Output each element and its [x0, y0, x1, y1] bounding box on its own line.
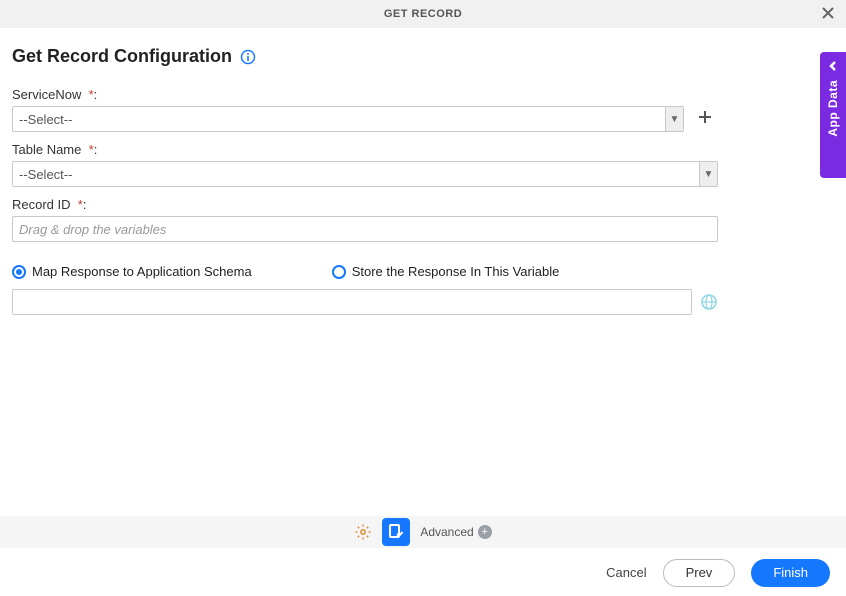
app-data-label: App Data	[826, 80, 840, 137]
servicenow-select-value: --Select--	[13, 107, 665, 131]
map-response-label: Map Response to Application Schema	[32, 264, 252, 279]
finish-button[interactable]: Finish	[751, 559, 830, 587]
app-data-side-tab[interactable]: App Data	[820, 52, 846, 178]
required-asterisk: *	[74, 197, 83, 212]
form-check-icon	[388, 523, 404, 542]
dialog-header: GET RECORD	[0, 0, 846, 28]
gear-icon[interactable]	[354, 523, 372, 541]
middle-toolbar: Advanced +	[0, 516, 846, 548]
store-response-label: Store the Response In This Variable	[352, 264, 560, 279]
recordid-input[interactable]: Drag & drop the variables	[12, 216, 718, 242]
cancel-button[interactable]: Cancel	[606, 565, 646, 580]
dialog-container: GET RECORD Get Record Configuration Serv…	[0, 0, 846, 596]
close-icon	[821, 6, 835, 23]
advanced-toggle[interactable]: Advanced +	[420, 525, 491, 539]
required-asterisk: *	[85, 87, 94, 102]
info-icon[interactable]	[240, 49, 256, 65]
dialog-title: GET RECORD	[384, 8, 462, 20]
recordid-label-text: Record ID	[12, 197, 71, 212]
map-response-radio[interactable]: Map Response to Application Schema	[12, 264, 252, 279]
close-button[interactable]	[818, 4, 838, 24]
chevron-down-icon: ▼	[665, 107, 683, 131]
chevron-left-icon	[827, 60, 839, 72]
form-area: ServiceNow *: --Select-- ▼ Table Name *:…	[0, 87, 730, 315]
page-title: Get Record Configuration	[12, 46, 232, 67]
servicenow-label: ServiceNow *:	[12, 87, 718, 102]
tablename-select-value: --Select--	[13, 162, 699, 186]
response-option-row: Map Response to Application Schema Store…	[12, 264, 718, 279]
prev-label: Prev	[686, 565, 713, 580]
servicenow-row: --Select-- ▼	[12, 106, 718, 132]
plus-icon	[697, 109, 713, 130]
response-field-row	[12, 289, 718, 315]
advanced-label: Advanced	[420, 525, 473, 539]
tablename-row: --Select-- ▼	[12, 161, 718, 187]
form-tab-button[interactable]	[382, 518, 410, 546]
tablename-label: Table Name *:	[12, 142, 718, 157]
radio-unselected-icon	[332, 265, 346, 279]
dialog-footer: Cancel Prev Finish	[0, 548, 846, 596]
recordid-placeholder: Drag & drop the variables	[19, 222, 166, 237]
page-title-row: Get Record Configuration	[0, 28, 846, 77]
tablename-label-text: Table Name	[12, 142, 81, 157]
tablename-select[interactable]: --Select-- ▼	[12, 161, 718, 187]
recordid-label: Record ID *:	[12, 197, 718, 212]
response-input[interactable]	[12, 289, 692, 315]
plus-circle-icon: +	[478, 525, 492, 539]
finish-label: Finish	[773, 565, 808, 580]
servicenow-label-text: ServiceNow	[12, 87, 81, 102]
servicenow-select[interactable]: --Select-- ▼	[12, 106, 684, 132]
add-servicenow-button[interactable]	[692, 106, 718, 132]
chevron-down-icon: ▼	[699, 162, 717, 186]
prev-button[interactable]: Prev	[663, 559, 736, 587]
required-asterisk: *	[85, 142, 94, 157]
store-response-radio[interactable]: Store the Response In This Variable	[332, 264, 560, 279]
globe-icon[interactable]	[700, 293, 718, 311]
radio-selected-icon	[12, 265, 26, 279]
